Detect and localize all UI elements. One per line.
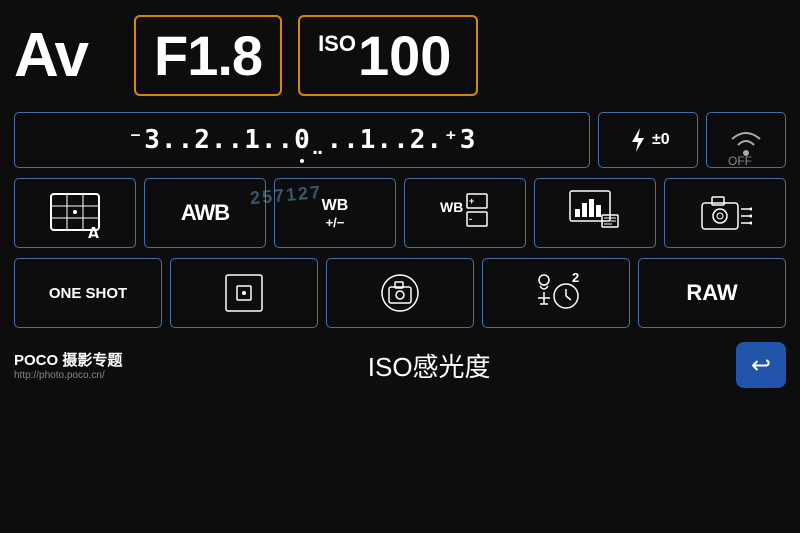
camera-settings-icon bbox=[698, 189, 752, 237]
af-mode-box[interactable]: ONE SHOT bbox=[14, 258, 162, 328]
picture-style-icon bbox=[568, 189, 622, 237]
top-row: Av F1.8 ISO 100 bbox=[14, 10, 786, 100]
live-view-icon bbox=[379, 272, 421, 314]
poco-title: POCO 摄影专题 bbox=[14, 349, 122, 370]
awb-label: AWB bbox=[181, 200, 229, 226]
back-arrow-icon: ↩ bbox=[751, 351, 771, 380]
metering-mode-box[interactable]: A bbox=[14, 178, 136, 248]
buttons-row: ONE SHOT bbox=[14, 258, 786, 330]
exposure-scale-box: ⁻3..2..1..0̤..1..2.⁺3 bbox=[14, 112, 590, 168]
poco-logo: POCO 摄影专题 http://photo.poco.cn/ bbox=[14, 349, 122, 381]
camera-lcd-screen: Av F1.8 ISO 100 ⁻3..2..1..0̤..1..2.⁺3 ±0 bbox=[0, 0, 800, 533]
picture-style-box[interactable] bbox=[534, 178, 656, 248]
image-quality-box[interactable]: RAW bbox=[638, 258, 786, 328]
svg-text:A: A bbox=[87, 224, 100, 238]
exposure-indicator bbox=[300, 159, 304, 163]
flash-comp-box: ±0 bbox=[598, 112, 698, 168]
iso-value: 100 bbox=[358, 23, 451, 88]
wifi-icon: OFF bbox=[724, 115, 768, 165]
metering-icon: A bbox=[47, 188, 103, 238]
svg-text:WB: WB bbox=[440, 199, 463, 215]
flash-icon bbox=[626, 126, 650, 154]
wb-bracket-icon: WB + - bbox=[439, 190, 491, 236]
iso-label: ISO感光度 bbox=[368, 347, 491, 384]
af-mode-label: ONE SHOT bbox=[49, 285, 127, 302]
svg-text:-: - bbox=[469, 214, 472, 224]
af-point-icon bbox=[223, 272, 265, 314]
poco-url: http://photo.poco.cn/ bbox=[14, 370, 122, 381]
drive-mode-box[interactable]: 2 bbox=[482, 258, 630, 328]
back-button[interactable]: ↩ bbox=[736, 342, 786, 388]
bottom-bar: POCO 摄影专题 http://photo.poco.cn/ ISO感光度 ↩ bbox=[14, 340, 786, 390]
white-balance-box[interactable]: AWB bbox=[144, 178, 266, 248]
exposure-row: ⁻3..2..1..0̤..1..2.⁺3 ±0 bbox=[14, 110, 786, 170]
flash-plus-minus-icon: ±0 bbox=[652, 130, 670, 148]
wb-shift-label: WB +/− bbox=[322, 196, 349, 231]
timer-icon: 2 bbox=[532, 270, 580, 316]
wb-bracket-box[interactable]: WB + - bbox=[404, 178, 526, 248]
iso-box: ISO 100 bbox=[298, 15, 478, 96]
image-quality-label: RAW bbox=[686, 280, 737, 306]
camera-func-box[interactable] bbox=[664, 178, 786, 248]
mode-label: Av bbox=[14, 20, 104, 91]
exposure-scale: ⁻3..2..1..0̤..1..2.⁺3 bbox=[128, 125, 477, 155]
svg-text:2: 2 bbox=[572, 270, 579, 285]
iso-prefix: ISO bbox=[318, 31, 356, 57]
icons-row: A AWB WB +/− WB + - bbox=[14, 178, 786, 250]
svg-text:±0: ±0 bbox=[652, 131, 670, 148]
svg-text:+: + bbox=[469, 196, 474, 206]
live-view-box[interactable] bbox=[326, 258, 474, 328]
wifi-box: OFF bbox=[706, 112, 786, 168]
svg-text:OFF: OFF bbox=[728, 154, 752, 165]
af-point-box[interactable] bbox=[170, 258, 318, 328]
flash-comp-value: ±0 bbox=[652, 130, 670, 151]
aperture-box: F1.8 bbox=[134, 15, 282, 96]
